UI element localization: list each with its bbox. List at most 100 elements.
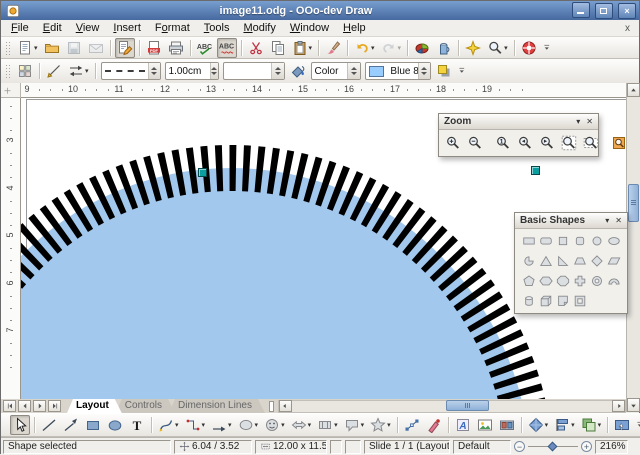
square-shape-button[interactable] [554, 233, 571, 248]
status-page-style[interactable]: Default [453, 440, 511, 454]
arrange-button[interactable]: ▾ [579, 415, 604, 435]
zoom-in-button[interactable] [443, 133, 463, 153]
cube-shape-button[interactable] [537, 293, 554, 308]
status-zoom-percent[interactable]: 216% [595, 440, 628, 454]
styles-window-button[interactable] [15, 61, 35, 81]
selection-handle[interactable] [531, 166, 540, 175]
line-width-spinner[interactable] [210, 63, 218, 79]
tab-layout[interactable]: Layout [67, 399, 122, 413]
regular-pentagon-shape-button[interactable] [520, 273, 537, 288]
symbol-shapes-button[interactable]: ▾ [262, 415, 287, 435]
menu-window[interactable]: Window [283, 22, 336, 34]
dropdown-arrow-icon[interactable]: ▾ [228, 421, 232, 429]
zoom-slider[interactable]: − + [514, 441, 592, 452]
page-width-button[interactable] [581, 133, 601, 153]
dropdown-arrow-icon[interactable]: ▾ [334, 421, 338, 429]
maximize-button[interactable] [595, 3, 613, 19]
octagon-shape-button[interactable] [554, 273, 571, 288]
hexagon-shape-button[interactable] [537, 273, 554, 288]
dropdown-arrow-icon[interactable]: ▾ [281, 421, 285, 429]
tab-splitter[interactable] [269, 401, 274, 412]
object-zoom-button[interactable] [609, 133, 629, 153]
horizontal-ruler[interactable]: 910111213141516171819 [21, 83, 626, 98]
folded-corner-shape-button[interactable] [554, 293, 571, 308]
isosceles-triangle-shape-button[interactable] [537, 253, 554, 268]
stars-button[interactable]: ▾ [368, 415, 393, 435]
menu-view[interactable]: View [69, 22, 107, 34]
trapezoid-shape-button[interactable] [571, 253, 588, 268]
fill-color-combo[interactable]: Blue 8 [365, 62, 431, 80]
clone-formatting-button[interactable] [323, 38, 343, 58]
line-color-combo[interactable] [223, 62, 285, 80]
gallery-button[interactable] [463, 38, 483, 58]
rounded-rectangle-shape-button[interactable] [537, 233, 554, 248]
text-button[interactable]: T [127, 415, 147, 435]
gallery-tool-button[interactable] [497, 415, 517, 435]
dropdown-arrow-icon[interactable]: ▾ [85, 67, 89, 75]
rounded-square-shape-button[interactable] [571, 233, 588, 248]
toolbar-grip[interactable] [5, 64, 10, 78]
dropdown-arrow-icon[interactable]: ▾ [202, 421, 206, 429]
last-page-button[interactable] [48, 400, 61, 412]
panel-close-icon[interactable]: ✕ [615, 217, 622, 225]
dropdown-arrow-icon[interactable]: ▾ [309, 44, 313, 52]
previous-page-button[interactable] [18, 400, 31, 412]
basic-shapes-button[interactable]: ▾ [236, 415, 261, 435]
right-triangle-shape-button[interactable] [554, 253, 571, 268]
circle-pie-shape-button[interactable] [520, 253, 537, 268]
arrow-button[interactable] [61, 415, 81, 435]
dropdown-arrow-icon[interactable]: ▾ [371, 44, 375, 52]
new-document-button[interactable]: ▾ [15, 38, 40, 58]
frame-shape-button[interactable] [571, 293, 588, 308]
dropdown-arrow-icon[interactable]: ▾ [571, 421, 575, 429]
menu-help[interactable]: Help [336, 22, 373, 34]
panel-menu-icon[interactable]: ▾ [605, 217, 609, 225]
menu-edit[interactable]: Edit [36, 22, 69, 34]
flowcharts-button[interactable]: ▾ [315, 415, 340, 435]
dropdown-arrow-icon[interactable]: ▾ [361, 421, 365, 429]
ellipse-shape-button[interactable] [605, 233, 622, 248]
line-width-field[interactable] [165, 62, 219, 80]
close-document-button[interactable]: x [616, 23, 639, 34]
line-style-combo[interactable] [101, 62, 161, 80]
block-arc-shape-button[interactable] [605, 273, 622, 288]
rectangle-shape-button[interactable] [520, 233, 537, 248]
zoom-slider-thumb[interactable] [548, 441, 558, 451]
diamond-shape-button[interactable] [588, 253, 605, 268]
cylinder-shape-button[interactable] [520, 293, 537, 308]
line-style-spinner[interactable] [148, 63, 160, 79]
circle-shape-button[interactable] [588, 233, 605, 248]
scroll-down-button[interactable] [627, 398, 640, 412]
zoom-out-slider-button[interactable]: − [514, 441, 525, 452]
zoom-slider-track[interactable] [528, 446, 578, 447]
zoom-out-button[interactable] [465, 133, 485, 153]
dropdown-arrow-icon[interactable]: ▾ [255, 421, 259, 429]
horizontal-scrollbar-track[interactable] [292, 400, 612, 412]
zoom-next-button[interactable] [537, 133, 557, 153]
menu-tools[interactable]: Tools [197, 22, 237, 34]
zoom-previous-button[interactable] [515, 133, 535, 153]
vertical-scrollbar-thumb[interactable] [628, 184, 639, 222]
dropdown-arrow-icon[interactable]: ▾ [308, 421, 312, 429]
line-width-input[interactable] [166, 66, 210, 77]
menu-format[interactable]: Format [148, 22, 197, 34]
toolbar-grip[interactable] [5, 41, 10, 55]
dropdown-arrow-icon[interactable]: ▾ [598, 421, 602, 429]
scroll-left-button[interactable] [279, 400, 292, 412]
line-button[interactable] [39, 415, 59, 435]
glue-points-button[interactable] [424, 415, 444, 435]
menu-file[interactable]: File [4, 22, 36, 34]
tab-controls[interactable]: Controls [116, 399, 175, 413]
area-dialog-button[interactable] [288, 61, 308, 81]
spellcheck-button[interactable]: ABC [195, 38, 215, 58]
line-color-spinner[interactable] [271, 63, 284, 79]
print-button[interactable] [166, 38, 186, 58]
alignment-button[interactable]: ▾ [552, 415, 577, 435]
from-file-button[interactable] [475, 415, 495, 435]
next-page-button[interactable] [33, 400, 46, 412]
selection-handle[interactable] [198, 168, 207, 177]
vertical-ruler[interactable]: 34567 [1, 98, 21, 399]
open-button[interactable] [42, 38, 62, 58]
tab-dimension-lines[interactable]: Dimension Lines [169, 399, 265, 413]
horizontal-scrollbar[interactable] [278, 400, 626, 413]
